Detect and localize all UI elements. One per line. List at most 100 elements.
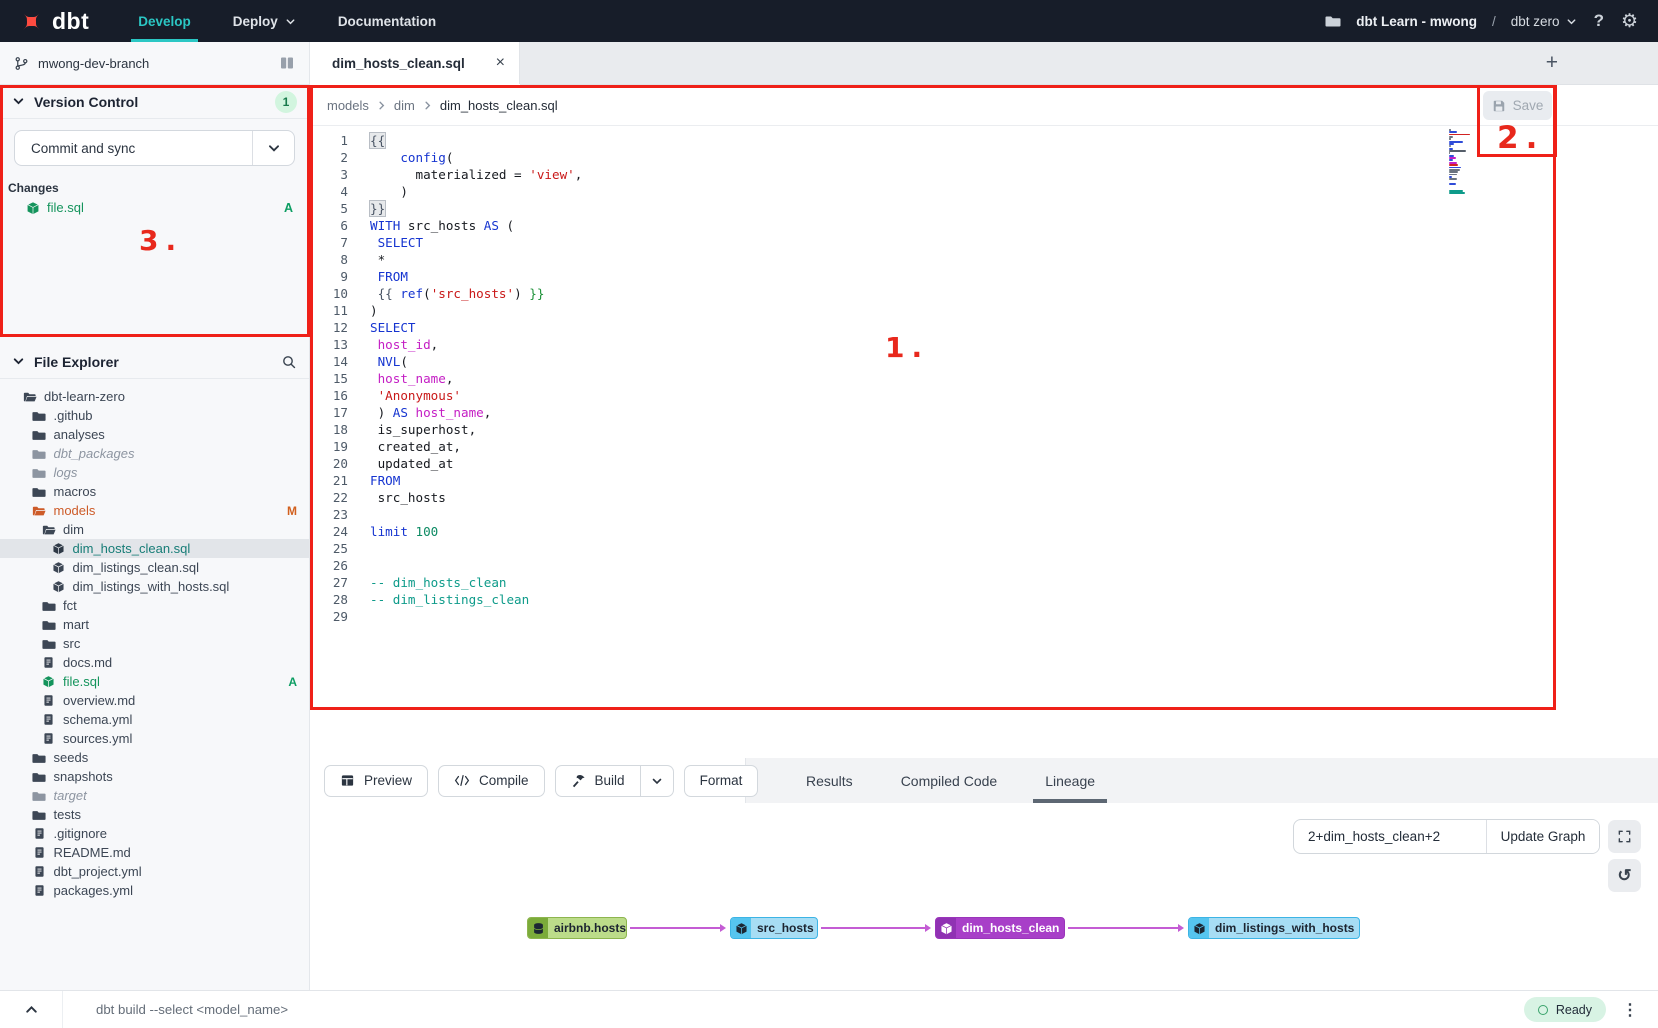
tree-item-tests[interactable]: tests	[0, 805, 309, 824]
tree-item-dbt-project-yml[interactable]: dbt_project.yml	[0, 862, 309, 881]
tab-results[interactable]: Results	[806, 758, 853, 803]
tree-item-file-sql[interactable]: file.sqlA	[0, 672, 309, 691]
dbt-logo-icon	[18, 8, 45, 35]
save-floppy-icon	[1492, 99, 1506, 113]
tree-item-analyses[interactable]: analyses	[0, 425, 309, 444]
kebab-menu-icon[interactable]: ⋮	[1606, 1000, 1658, 1020]
lineage-node-dim-hosts-clean[interactable]: dim_hosts_clean	[935, 917, 1065, 939]
branch-name[interactable]: mwong-dev-branch	[38, 56, 149, 71]
tree-item-docs-md[interactable]: docs.md	[0, 653, 309, 672]
gear-icon[interactable]: ⚙	[1621, 10, 1638, 33]
breadcrumb-item[interactable]: dim_hosts_clean.sql	[440, 98, 558, 113]
code-line: host_name,	[370, 370, 582, 387]
update-graph-button[interactable]: Update Graph	[1487, 820, 1599, 853]
tree-item-models[interactable]: modelsM	[0, 501, 309, 520]
fullscreen-button[interactable]	[1608, 820, 1641, 853]
lineage-node-dim-listings-with-hosts[interactable]: dim_listings_with_hosts	[1188, 917, 1360, 939]
tree-item--gitignore[interactable]: .gitignore	[0, 824, 309, 843]
tree-item--github[interactable]: .github	[0, 406, 309, 425]
line-number: 2	[311, 149, 348, 166]
tree-item-logs[interactable]: logs	[0, 463, 309, 482]
nav-develop[interactable]: Develop	[117, 0, 212, 42]
tree-item-overview-md[interactable]: overview.md	[0, 691, 309, 710]
hammer-icon	[571, 773, 586, 788]
environment-selector[interactable]: dbt zero	[1511, 14, 1577, 29]
line-number: 10	[311, 285, 348, 302]
tree-item-dim-listings-clean-sql[interactable]: dim_listings_clean.sql	[0, 558, 309, 577]
tree-item-label: README.md	[54, 845, 131, 860]
action-group-format: Format	[684, 765, 759, 797]
tab-compiled-code[interactable]: Compiled Code	[901, 758, 998, 803]
breadcrumb-item[interactable]: dim	[394, 98, 415, 113]
folder-open-icon	[22, 390, 37, 404]
action-build-dropdown[interactable]	[641, 765, 674, 797]
project-name[interactable]: dbt Learn - mwong	[1356, 14, 1477, 29]
lineage-node-airbnb-hosts[interactable]: airbnb.hosts	[527, 917, 627, 939]
action-compile-button[interactable]: Compile	[438, 765, 545, 797]
tree-item-readme-md[interactable]: README.md	[0, 843, 309, 862]
tree-item-sources-yml[interactable]: sources.yml	[0, 729, 309, 748]
close-icon[interactable]: ×	[496, 54, 505, 72]
tree-item-dbt-packages[interactable]: dbt_packages	[0, 444, 309, 463]
folder-icon	[32, 466, 47, 480]
chevron-up-icon[interactable]	[0, 1002, 62, 1017]
tree-item-target[interactable]: target	[0, 786, 309, 805]
code-line: SELECT	[370, 319, 582, 336]
commit-dropdown[interactable]	[252, 131, 294, 165]
action-build-button[interactable]: Build	[555, 765, 641, 797]
tree-item-dbt-learn-zero[interactable]: dbt-learn-zero	[0, 387, 309, 406]
help-icon[interactable]: ?	[1592, 11, 1606, 31]
tree-item-mart[interactable]: mart	[0, 615, 309, 634]
code-line: {{	[370, 132, 582, 149]
search-icon[interactable]	[281, 354, 297, 370]
tree-item-dim-listings-with-hosts-sql[interactable]: dim_listings_with_hosts.sql	[0, 577, 309, 596]
tree-item-macros[interactable]: macros	[0, 482, 309, 501]
tab-lineage[interactable]: Lineage	[1045, 758, 1095, 803]
nav-deploy[interactable]: Deploy	[212, 0, 317, 42]
line-number: 16	[311, 387, 348, 404]
action-format-button[interactable]: Format	[684, 765, 759, 797]
tree-item-schema-yml[interactable]: schema.yml	[0, 710, 309, 729]
reset-view-button[interactable]: ↺	[1608, 859, 1641, 892]
code-line: limit 100	[370, 523, 582, 540]
database-icon	[528, 918, 548, 938]
minimap[interactable]	[1449, 129, 1475, 197]
lineage-filter-input[interactable]	[1294, 820, 1487, 853]
tree-item-src[interactable]: src	[0, 634, 309, 653]
dbt-logo[interactable]: dbt	[0, 8, 117, 35]
line-number: 29	[311, 608, 348, 625]
tree-item-label: dbt-learn-zero	[44, 389, 125, 404]
tree-item-snapshots[interactable]: snapshots	[0, 767, 309, 786]
ready-status-badge: Ready	[1524, 997, 1606, 1022]
breadcrumb-item[interactable]: models	[327, 98, 369, 113]
minimap-line	[1449, 171, 1458, 173]
folder-icon	[32, 751, 47, 765]
version-control-header[interactable]: Version Control 1	[0, 85, 309, 119]
tab-dim-hosts-clean[interactable]: dim_hosts_clean.sql ×	[310, 42, 520, 84]
file-explorer-header[interactable]: File Explorer	[0, 345, 309, 379]
folder-icon	[41, 599, 56, 613]
tree-item-packages-yml[interactable]: packages.yml	[0, 881, 309, 900]
action-preview-button[interactable]: Preview	[324, 765, 428, 797]
save-button[interactable]: Save	[1483, 91, 1552, 120]
new-tab-button[interactable]: +	[1546, 51, 1658, 75]
commit-and-sync-button[interactable]: Commit and sync	[14, 130, 295, 166]
tree-item-dim-hosts-clean-sql[interactable]: dim_hosts_clean.sql	[0, 539, 309, 558]
changed-file-row[interactable]: file.sql A	[0, 197, 309, 215]
book-icon[interactable]	[279, 55, 295, 71]
tree-item-fct[interactable]: fct	[0, 596, 309, 615]
tree-item-label: sources.yml	[63, 731, 132, 746]
code-area[interactable]: 1234567891011121314151617181920212223242…	[311, 126, 1658, 758]
file-explorer-title: File Explorer	[34, 354, 119, 370]
line-number: 26	[311, 557, 348, 574]
tree-item-label: fct	[63, 598, 77, 613]
nav-documentation[interactable]: Documentation	[317, 0, 457, 42]
cube-icon	[731, 918, 751, 938]
tree-item-dim[interactable]: dim	[0, 520, 309, 539]
tree-item-label: dim	[63, 522, 84, 537]
code-line: FROM	[370, 472, 582, 489]
code-line: {{ ref('src_hosts') }}	[370, 285, 582, 302]
tree-item-seeds[interactable]: seeds	[0, 748, 309, 767]
command-input[interactable]: dbt build --select <model_name>	[62, 991, 1524, 1028]
lineage-node-src-hosts[interactable]: src_hosts	[730, 917, 818, 939]
